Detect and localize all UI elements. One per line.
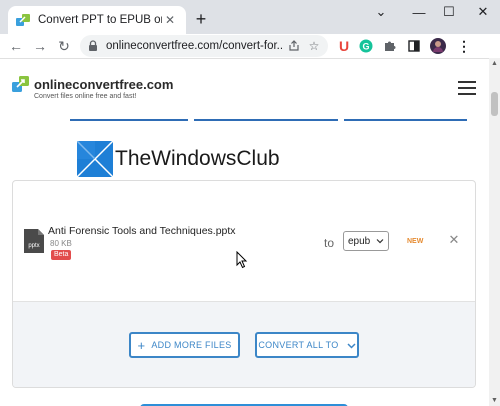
add-more-files-button[interactable]: + ADD MORE FILES [129, 332, 240, 358]
site-logo-icon[interactable] [12, 75, 30, 93]
reading-list-icon[interactable] [404, 36, 424, 56]
remove-file-icon[interactable]: ✕ [447, 232, 461, 247]
share-icon[interactable] [286, 38, 302, 54]
pptx-file-icon: pptx [23, 228, 45, 254]
scroll-down-icon[interactable]: ▼ [491, 397, 498, 404]
scrollbar-thumb[interactable] [491, 92, 498, 116]
site-name[interactable]: onlineconvertfree.com [34, 77, 173, 92]
nav-underline-1 [70, 119, 188, 121]
new-badge: NEW [407, 238, 424, 245]
watermark-text: TheWindowsClub [115, 147, 280, 170]
profile-avatar[interactable] [428, 36, 448, 56]
file-name: Anti Forensic Tools and Techniques.pptx [48, 225, 236, 237]
nav-underline-2 [194, 119, 338, 121]
to-label: to [324, 236, 335, 250]
browser-tab[interactable]: Convert PPT to EPUB online, free ✕ [8, 6, 186, 34]
address-bar[interactable]: onlineconvertfree.com/convert-for... ☆ [80, 35, 328, 57]
add-more-files-label: ADD MORE FILES [151, 340, 232, 350]
format-value: epub [348, 235, 371, 247]
reload-icon[interactable]: ↻ [54, 36, 74, 56]
site-tagline: Convert files online free and fast! [34, 93, 137, 100]
chevron-down-icon [376, 237, 384, 245]
output-format-select[interactable]: epub [343, 231, 389, 251]
windows-logo-icon [76, 140, 114, 178]
upload-panel: pptx Anti Forensic Tools and Techniques.… [12, 180, 476, 388]
tab-strip: Convert PPT to EPUB online, free ✕ + ⌄ —… [0, 0, 500, 34]
beta-badge: Beta [51, 250, 72, 260]
minimize-button[interactable]: — [404, 2, 434, 22]
lock-icon [86, 39, 100, 53]
tab-search-icon[interactable]: ⌄ [366, 2, 396, 22]
ublock-extension-icon[interactable]: U [334, 36, 354, 56]
nav-underline-3 [344, 119, 467, 121]
tab-title: Convert PPT to EPUB online, free [38, 14, 162, 26]
site-header: onlineconvertfree.com Convert files onli… [0, 59, 489, 121]
tab-close-icon[interactable]: ✕ [162, 12, 178, 28]
convert-all-label: CONVERT ALL TO [258, 340, 339, 350]
convert-all-to-button[interactable]: CONVERT ALL TO [255, 332, 359, 358]
file-row: pptx Anti Forensic Tools and Techniques.… [13, 181, 475, 301]
page-viewport: onlineconvertfree.com Convert files onli… [0, 58, 489, 406]
new-tab-button[interactable]: + [191, 9, 211, 29]
svg-text:pptx: pptx [28, 243, 39, 249]
close-window-button[interactable]: ✕ [468, 2, 498, 22]
actions-bar [13, 301, 475, 387]
back-icon[interactable]: ← [6, 36, 26, 56]
file-size: 80 KB [50, 239, 72, 248]
page-scrollbar[interactable]: ▲ ▼ [489, 58, 500, 406]
bookmark-star-icon[interactable]: ☆ [306, 38, 322, 54]
forward-icon[interactable]: → [30, 36, 50, 56]
mouse-cursor-icon [236, 251, 248, 269]
site-favicon-icon [16, 13, 30, 27]
hamburger-menu-icon[interactable] [458, 81, 476, 95]
plus-icon: + [137, 337, 146, 353]
browser-toolbar: ← → ↻ onlineconvertfree.com/convert-for.… [0, 34, 500, 58]
scroll-up-icon[interactable]: ▲ [491, 60, 498, 67]
grammarly-extension-icon[interactable]: G [356, 36, 376, 56]
chevron-down-icon [347, 341, 356, 350]
browser-menu-icon[interactable]: ⋮ [454, 36, 474, 56]
thewindowsclub-watermark: TheWindowsClub [76, 140, 280, 178]
url-text: onlineconvertfree.com/convert-for... [106, 40, 282, 52]
extensions-puzzle-icon[interactable] [380, 36, 400, 56]
maximize-button[interactable]: ☐ [434, 2, 464, 22]
svg-text:G: G [362, 42, 369, 52]
